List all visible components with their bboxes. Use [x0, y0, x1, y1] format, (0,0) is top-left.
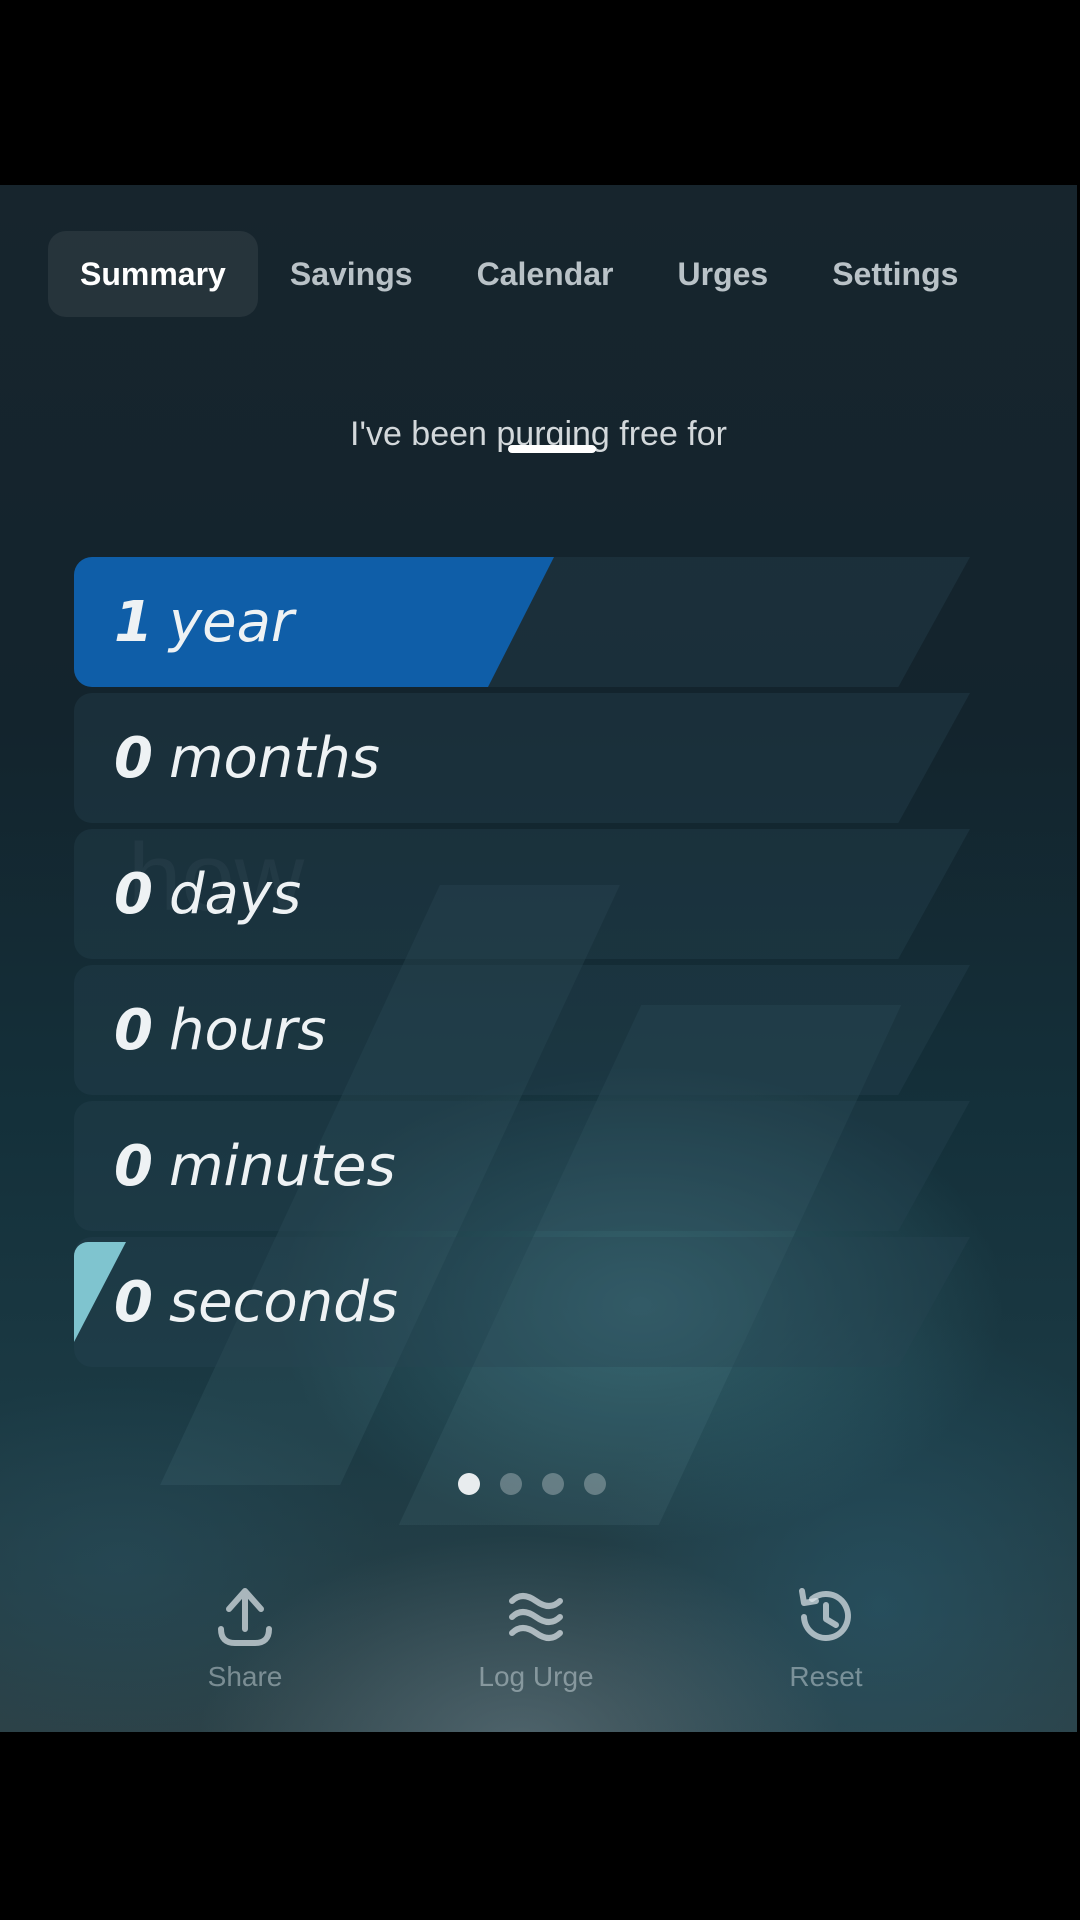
tab-savings[interactable]: Savings	[258, 231, 445, 317]
counter-year-unit: year	[168, 589, 294, 655]
counter-seconds: 0 seconds	[114, 1237, 398, 1367]
top-tab-bar: Summary Savings Calendar Urges Settings	[48, 231, 990, 317]
counter-hours: 0 hours	[114, 965, 326, 1095]
counter-months-unit: months	[168, 725, 380, 791]
counter-seconds-unit: seconds	[168, 1269, 398, 1335]
reset-label: Reset	[789, 1661, 863, 1692]
counter-minutes-unit: minutes	[168, 1133, 396, 1199]
history-reset-icon	[716, 1585, 936, 1649]
counter-hours-unit: hours	[168, 997, 327, 1063]
page-dot-4[interactable]	[584, 1473, 606, 1495]
log-urge-button[interactable]: Log Urge	[426, 1585, 646, 1693]
tab-settings[interactable]: Settings	[800, 231, 990, 317]
tab-calendar[interactable]: Calendar	[445, 231, 646, 317]
counter-year: 1 year	[114, 557, 294, 687]
counter-minutes: 0 minutes	[114, 1101, 396, 1231]
counter-seconds-value: 0	[114, 1269, 153, 1335]
counter-hours-value: 0	[114, 997, 153, 1063]
log-urge-label: Log Urge	[478, 1661, 594, 1692]
tab-summary[interactable]: Summary	[48, 231, 258, 317]
reset-button[interactable]: Reset	[716, 1585, 936, 1693]
counter-days-value: 0	[114, 861, 153, 927]
counter-days: 0 days	[114, 829, 301, 959]
bottom-action-bar: Share Log Urge Reset	[0, 1585, 1077, 1725]
share-upload-icon	[135, 1585, 355, 1649]
app-screen: Summary Savings Calendar Urges Settings …	[0, 185, 1077, 1732]
counter-months: 0 months	[114, 693, 380, 823]
page-dot-1[interactable]	[458, 1473, 480, 1495]
counter-months-value: 0	[114, 725, 153, 791]
waves-icon	[426, 1585, 646, 1649]
page-dot-3[interactable]	[542, 1473, 564, 1495]
text-cursor-underline	[508, 445, 596, 453]
counter-minutes-value: 0	[114, 1133, 153, 1199]
share-button[interactable]: Share	[135, 1585, 355, 1693]
page-dot-2[interactable]	[500, 1473, 522, 1495]
counter-days-unit: days	[168, 861, 302, 927]
page-indicator	[458, 1473, 606, 1495]
share-label: Share	[207, 1661, 283, 1692]
tab-urges[interactable]: Urges	[646, 231, 801, 317]
counter-year-value: 1	[114, 589, 153, 655]
